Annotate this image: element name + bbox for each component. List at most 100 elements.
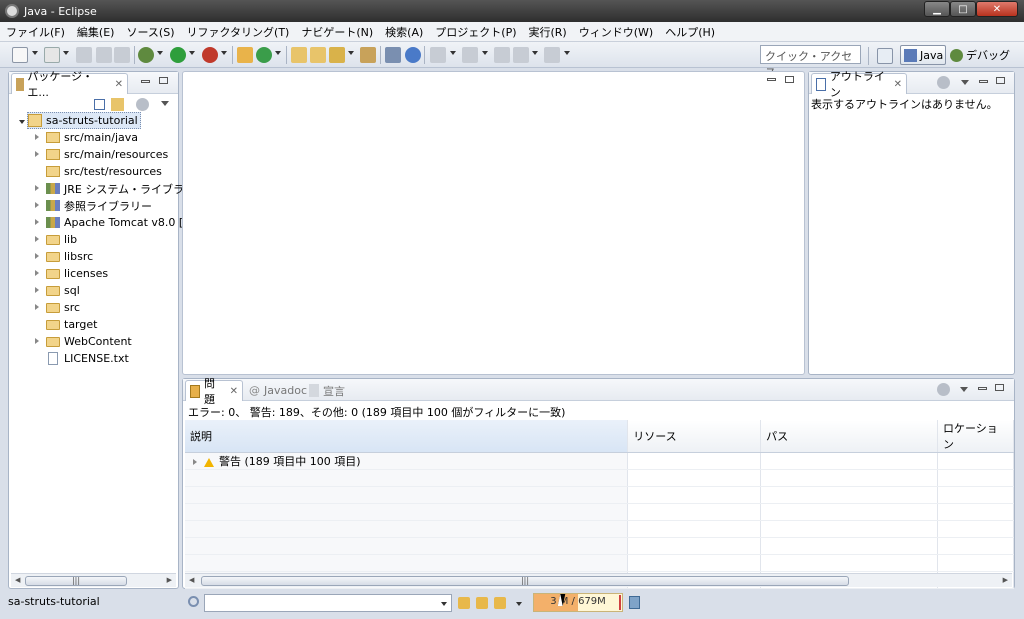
tree-item[interactable]: src/main/java [46, 129, 138, 146]
maximize-icon[interactable] [785, 76, 794, 83]
chevron-down-icon[interactable] [157, 51, 163, 55]
toggle-mark-occurrences-icon[interactable] [385, 47, 401, 63]
chevron-down-icon[interactable] [450, 51, 456, 55]
column-description[interactable]: 説明 [185, 420, 629, 453]
garbage-collect-icon[interactable] [629, 596, 640, 609]
minimize-icon[interactable] [141, 80, 150, 83]
tree-item[interactable]: target [46, 316, 97, 333]
tree-item[interactable]: lib [46, 231, 77, 248]
menu-window[interactable]: ウィンドウ(W) [573, 24, 659, 40]
run-external-tools-icon[interactable] [202, 47, 218, 63]
chevron-down-icon[interactable] [275, 51, 281, 55]
previous-match-icon[interactable] [476, 597, 488, 609]
table-row[interactable]: 警告 (189 項目中 100 項目) [185, 452, 1014, 470]
open-type-icon[interactable] [291, 47, 307, 63]
expand-arrow-icon[interactable] [35, 287, 39, 293]
quick-access-input[interactable]: クイック・アクセス [760, 45, 861, 79]
expand-arrow-icon[interactable] [35, 202, 39, 208]
expand-arrow-icon[interactable] [19, 120, 25, 124]
perspective-debug-button[interactable]: デバッグ [950, 45, 1010, 65]
expand-arrow-icon[interactable] [35, 219, 39, 225]
editor-area[interactable] [182, 71, 805, 375]
focus-task-icon[interactable] [937, 383, 950, 396]
close-icon[interactable]: ✕ [230, 386, 238, 397]
maximize-icon[interactable] [995, 384, 1004, 391]
tab-outline[interactable]: アウトライン ✕ [811, 70, 907, 99]
column-path[interactable]: パス [760, 420, 939, 453]
column-location[interactable]: ロケーション [937, 420, 1014, 453]
menu-project[interactable]: プロジェクト(P) [429, 24, 522, 40]
chevron-down-icon[interactable] [564, 51, 570, 55]
run-icon[interactable] [170, 47, 186, 63]
scrollbar-thumb[interactable]: ||| [201, 576, 849, 586]
menu-file[interactable]: ファイル(F) [0, 24, 71, 40]
link-with-editor-icon[interactable] [111, 98, 124, 111]
chevron-down-icon[interactable] [63, 51, 69, 55]
save-all-icon[interactable] [96, 47, 112, 63]
expand-arrow-icon[interactable] [35, 185, 39, 191]
search-icon[interactable] [188, 596, 199, 607]
tree-item[interactable]: JRE システム・ライブラリ [46, 180, 195, 197]
chevron-down-icon[interactable] [348, 51, 354, 55]
tree-item[interactable]: licenses [46, 265, 108, 282]
chevron-down-icon[interactable] [441, 602, 447, 606]
close-icon[interactable]: ✕ [115, 79, 123, 90]
minimize-icon[interactable] [767, 78, 776, 81]
open-perspective-icon[interactable] [360, 47, 376, 63]
expand-arrow-icon[interactable] [35, 151, 39, 157]
web-browser-icon[interactable] [405, 47, 421, 63]
perspective-java-button[interactable]: Java [900, 45, 946, 65]
next-annotation-icon[interactable] [430, 47, 446, 63]
tree-item[interactable]: src/test/resources [46, 163, 162, 180]
chevron-down-icon[interactable] [189, 51, 195, 55]
open-perspective-icon[interactable] [877, 48, 893, 64]
tab-javadoc[interactable]: @ Javadoc [245, 380, 311, 401]
previous-annotation-icon[interactable] [462, 47, 478, 63]
tree-item[interactable]: WebContent [46, 333, 132, 350]
expand-arrow-icon[interactable] [35, 253, 39, 259]
view-menu-icon[interactable] [961, 80, 969, 85]
tree-item[interactable]: 参照ライブラリー [46, 197, 152, 214]
tree-item-project[interactable]: sa-struts-tutorial [27, 112, 141, 129]
maximize-button[interactable]: □ [950, 1, 976, 17]
minimize-icon[interactable] [979, 80, 988, 83]
tree-item[interactable]: sql [46, 282, 80, 299]
expand-arrow-icon[interactable] [35, 304, 39, 310]
minimize-icon[interactable] [978, 387, 987, 390]
tree-item[interactable]: Apache Tomcat v8.0 [To [46, 214, 195, 231]
expand-arrow-icon[interactable] [35, 236, 39, 242]
back-icon[interactable] [513, 47, 529, 63]
focus-task-icon[interactable] [937, 76, 950, 89]
new-java-package-icon[interactable] [237, 47, 253, 63]
scrollbar-thumb[interactable]: ||| [25, 576, 127, 586]
search-combo[interactable] [204, 594, 452, 612]
view-menu-icon[interactable] [960, 387, 968, 392]
forward-icon[interactable] [544, 47, 560, 63]
new-java-class-icon[interactable] [256, 47, 272, 63]
expand-arrow-icon[interactable] [35, 270, 39, 276]
minimize-button[interactable]: ▁ [924, 1, 950, 17]
maximize-icon[interactable] [159, 77, 168, 84]
chevron-down-icon[interactable] [221, 51, 227, 55]
expand-arrow-icon[interactable] [35, 134, 39, 140]
maximize-icon[interactable] [996, 77, 1005, 84]
tree-item[interactable]: src [46, 299, 80, 316]
tree-item[interactable]: src/main/resources [46, 146, 168, 163]
view-menu-icon[interactable] [161, 101, 169, 106]
next-match-icon[interactable] [458, 597, 470, 609]
tree-item[interactable]: LICENSE.txt [46, 350, 129, 367]
close-icon[interactable]: ✕ [894, 79, 902, 90]
chevron-down-icon[interactable] [482, 51, 488, 55]
print-icon[interactable] [114, 47, 130, 63]
tab-package-explorer[interactable]: パッケージ・エ... ✕ [11, 70, 128, 99]
horizontal-scrollbar[interactable]: ◀ ||| ▶ [185, 573, 1012, 587]
new-project-icon[interactable] [44, 47, 60, 63]
expand-arrow-icon[interactable] [35, 338, 39, 344]
open-task-icon[interactable] [310, 47, 326, 63]
debug-icon[interactable] [138, 47, 154, 63]
tab-problems[interactable]: 問題 ✕ [185, 377, 243, 406]
heap-status[interactable]: 3 M / 679M [533, 593, 623, 612]
new-icon[interactable] [12, 47, 28, 63]
menu-source[interactable]: ソース(S) [120, 24, 180, 40]
menu-edit[interactable]: 編集(E) [71, 24, 121, 40]
